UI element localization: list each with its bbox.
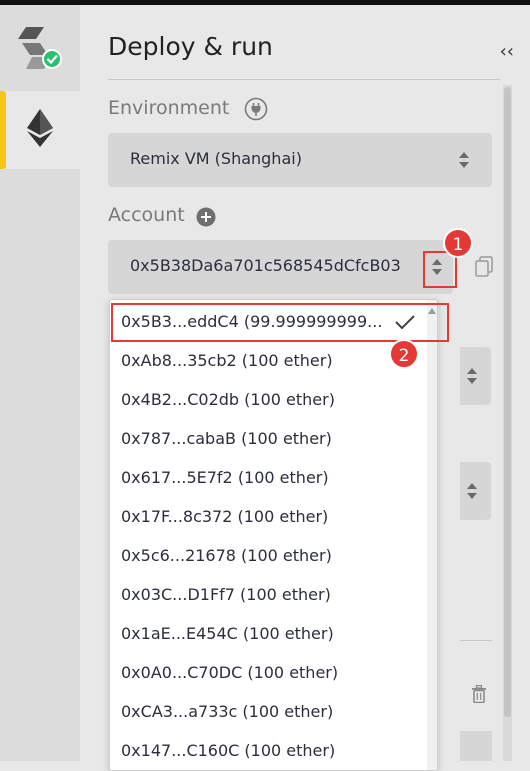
trash-icon[interactable]: [471, 684, 487, 707]
account-dropdown-list[interactable]: 0x5B3...eddC4 (99.999999999... 0xAb8...3…: [109, 299, 438, 771]
account-option[interactable]: 0x4B2...C02db (100 ether): [110, 380, 437, 419]
plug-icon[interactable]: [244, 97, 268, 125]
environment-select-value: Remix VM (Shanghai): [130, 149, 302, 168]
dropdown-scrollbar[interactable]: [427, 300, 437, 770]
account-option[interactable]: 0x0A0...C70DC (100 ether): [110, 653, 437, 692]
environment-label: Environment: [108, 97, 230, 119]
deploy-run-tab[interactable]: [0, 91, 80, 169]
value-unit-select[interactable]: [460, 462, 491, 520]
collapse-panel-button[interactable]: ‹‹: [500, 41, 514, 62]
account-select[interactable]: 0x5B38Da6a701c568545dCfcB03: [108, 240, 453, 294]
select-arrows-icon: [466, 482, 478, 500]
add-account-icon[interactable]: [196, 207, 216, 231]
step-badge-2: 2: [389, 339, 419, 369]
highlight-selected-account: [111, 303, 449, 342]
account-option[interactable]: 0x5c6...21678 (100 ether): [110, 536, 437, 575]
ethereum-icon: [27, 109, 53, 151]
active-tab-indicator: [0, 91, 6, 169]
account-option[interactable]: 0xAb8...35cb2 (100 ether): [110, 341, 437, 380]
account-option[interactable]: 0x1aE...E454C (100 ether): [110, 614, 437, 653]
icon-sidebar: [0, 5, 80, 761]
panel-scrollbar-thumb[interactable]: [504, 87, 511, 717]
title-divider: [108, 79, 500, 80]
account-option[interactable]: 0x03C...D1Ff7 (100 ether): [110, 575, 437, 614]
collapsed-control[interactable]: [460, 731, 492, 761]
account-option[interactable]: 0x147...C160C (100 ether): [110, 731, 437, 770]
gas-limit-field[interactable]: [460, 347, 491, 405]
account-option[interactable]: 0x17F...8c372 (100 ether): [110, 497, 437, 536]
account-option[interactable]: 0x787...cabaB (100 ether): [110, 419, 437, 458]
section-divider: [460, 640, 492, 641]
account-option[interactable]: 0x617...5E7f2 (100 ether): [110, 458, 437, 497]
select-arrows-icon: [458, 151, 470, 169]
account-select-value: 0x5B38Da6a701c568545dCfcB03: [130, 256, 401, 275]
step-badge-1: 1: [443, 228, 473, 258]
account-option[interactable]: 0xCA3...a733c (100 ether): [110, 692, 437, 731]
panel-title: Deploy & run: [108, 32, 273, 61]
copy-address-icon[interactable]: [474, 256, 494, 282]
environment-select[interactable]: Remix VM (Shanghai): [108, 133, 492, 187]
solidity-compiler-tab[interactable]: [0, 15, 80, 85]
solidity-compiler-icon: [18, 25, 62, 75]
select-arrows-icon: [466, 367, 478, 385]
account-label: Account: [108, 204, 185, 226]
